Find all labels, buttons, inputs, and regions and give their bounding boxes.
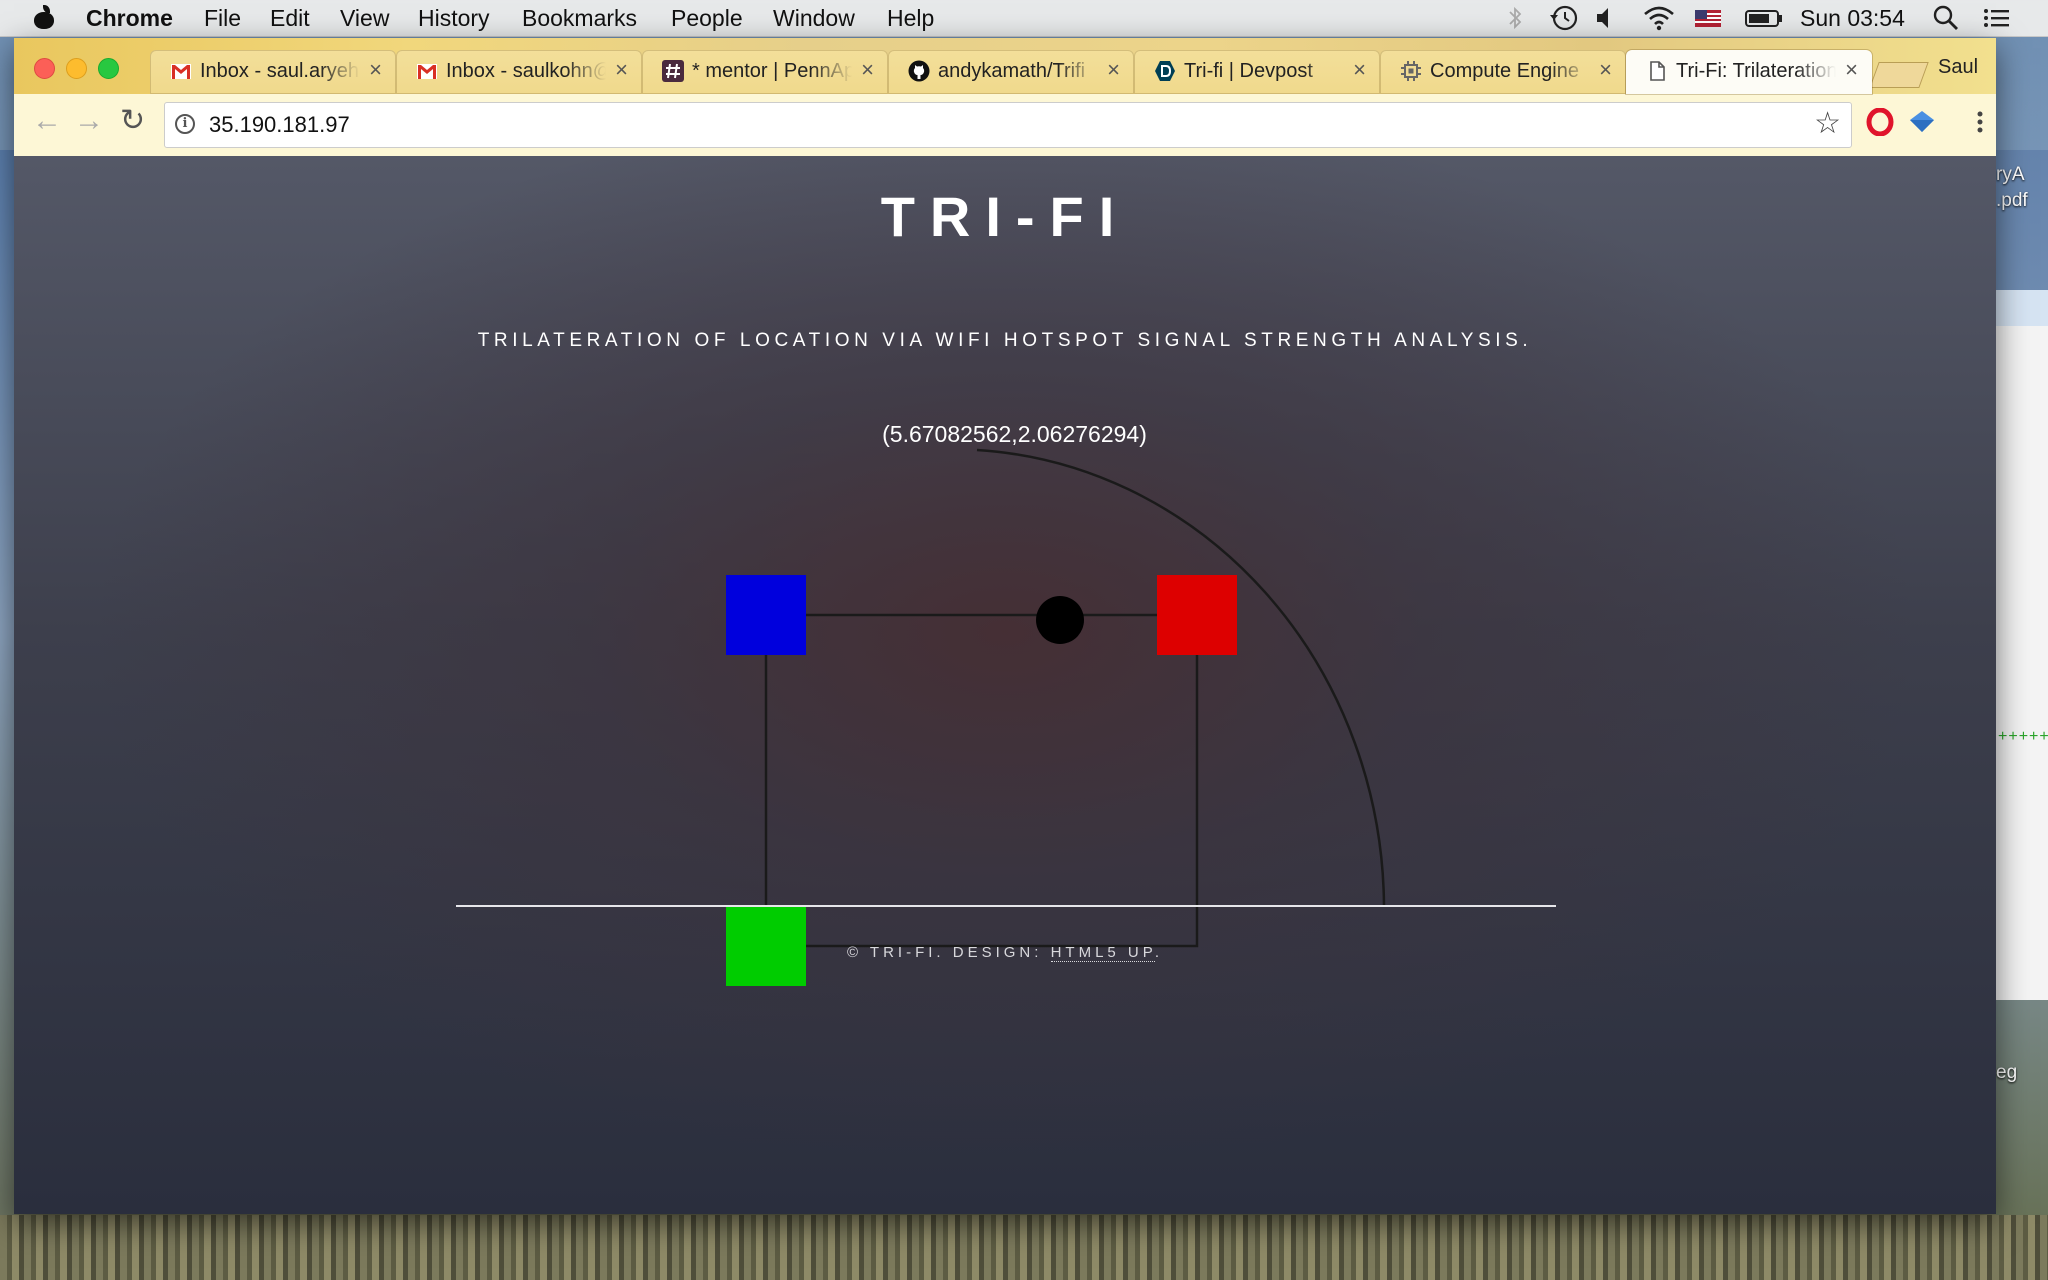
menu-file[interactable]: File — [204, 5, 241, 32]
hotspot-blue — [726, 575, 806, 655]
wifi-icon[interactable] — [1642, 3, 1676, 33]
bookmark-star-icon[interactable]: ☆ — [1814, 107, 1841, 141]
tab-github-andykamath-trifi[interactable]: andykamath/Trifi × — [888, 50, 1134, 94]
tab-strip: Inbox - saul.aryeh × Inbox - saulkohn@ ×… — [14, 38, 1996, 94]
apple-menu-icon[interactable] — [34, 5, 54, 29]
close-window-button[interactable] — [34, 58, 55, 79]
desktop-file-label[interactable]: eg — [1996, 1060, 2017, 1086]
estimated-location-dot — [1036, 596, 1084, 644]
battery-icon[interactable] — [1744, 3, 1784, 33]
tab-close-icon[interactable]: × — [1353, 59, 1366, 81]
desktop-background-left — [0, 150, 14, 1220]
chrome-menu-icon[interactable] — [1966, 108, 1994, 136]
tab-label: * mentor | PennApps — [692, 60, 852, 82]
menu-history[interactable]: History — [418, 5, 490, 32]
new-tab-button[interactable] — [1869, 62, 1929, 88]
reload-icon[interactable]: ↻ — [120, 106, 145, 136]
profile-button[interactable]: Saul — [1938, 56, 1978, 79]
menu-bookmarks[interactable]: Bookmarks — [522, 5, 637, 32]
forward-arrow-icon[interactable]: → — [74, 106, 104, 136]
tab-close-icon[interactable]: × — [1107, 59, 1120, 81]
document-icon — [1650, 61, 1665, 81]
tab-label: Tri-fi | Devpost — [1184, 60, 1313, 82]
tab-compute-engine[interactable]: Compute Engine × — [1380, 50, 1626, 94]
browser-toolbar: ← → ↻ i 35.190.181.97 ☆ — [14, 94, 1996, 157]
gmail-icon — [417, 64, 437, 79]
site-info-icon[interactable]: i — [175, 114, 195, 134]
html5up-link[interactable]: HTML5 UP — [1050, 944, 1155, 962]
notification-center-icon[interactable] — [1982, 3, 2012, 33]
tab-close-icon[interactable]: × — [615, 59, 628, 81]
tab-label: andykamath/Trifi — [938, 60, 1086, 82]
us-flag-input-icon[interactable] — [1694, 3, 1722, 33]
menu-window[interactable]: Window — [773, 5, 855, 32]
extension-diamond-icon[interactable] — [1908, 108, 1936, 136]
mac-menubar: Chrome File Edit View History Bookmarks … — [0, 0, 2048, 37]
hotspot-red — [1157, 575, 1237, 655]
tab-trifi-trilateration[interactable]: Tri-Fi: Trilateration × — [1626, 50, 1872, 94]
tab-inbox-saul-aryeh[interactable]: Inbox - saul.aryeh × — [150, 50, 396, 94]
trilateration-diagram — [726, 448, 1386, 986]
slack-icon — [662, 60, 684, 82]
bluetooth-icon[interactable] — [1505, 3, 1525, 33]
url-text[interactable]: 35.190.181.97 — [209, 112, 350, 138]
trifi-page: TRI-FI TRILATERATION OF LOCATION VIA WIF… — [14, 156, 1996, 1214]
tab-label: Inbox - saul.aryeh — [200, 60, 359, 82]
spotlight-search-icon[interactable] — [1932, 3, 1960, 33]
signal-range-arc — [976, 448, 1386, 907]
background-document-text: ++++++ — [1998, 728, 2048, 745]
desktop-file-label[interactable]: ryA — [1996, 162, 2025, 188]
tab-close-icon[interactable]: × — [1599, 59, 1612, 81]
zoom-window-button[interactable] — [98, 58, 119, 79]
desktop-file-label[interactable]: .pdf — [1996, 188, 2028, 214]
chrome-window: Inbox - saul.aryeh × Inbox - saulkohn@ ×… — [14, 38, 1996, 1214]
footer-period: . — [1154, 944, 1164, 961]
tab-label: Compute Engine — [1430, 60, 1579, 82]
background-document-window — [1996, 290, 2048, 1000]
volume-icon[interactable] — [1594, 3, 1620, 33]
footer-copyright: © TRI-FI. DESIGN: — [846, 944, 1051, 961]
desktop-background-grass — [0, 1215, 2048, 1280]
tab-close-icon[interactable]: × — [861, 59, 874, 81]
menu-help[interactable]: Help — [887, 5, 934, 32]
page-footer: © TRI-FI. DESIGN: HTML5 UP. — [14, 944, 1996, 962]
back-arrow-icon[interactable]: ← — [32, 106, 62, 136]
time-machine-icon[interactable] — [1548, 3, 1580, 33]
github-icon — [908, 60, 930, 82]
tab-mentor-pennapps[interactable]: * mentor | PennApps × — [642, 50, 888, 94]
compute-engine-icon — [1401, 61, 1421, 81]
opera-extension-icon[interactable] — [1866, 108, 1894, 136]
menu-app-chrome[interactable]: Chrome — [86, 5, 173, 32]
tab-trifi-devpost[interactable]: Tri-fi | Devpost × — [1134, 50, 1380, 94]
gmail-icon — [171, 64, 191, 79]
menubar-clock[interactable]: Sun 03:54 — [1800, 5, 1905, 32]
minimize-window-button[interactable] — [66, 58, 87, 79]
tab-inbox-saulkohn[interactable]: Inbox - saulkohn@ × — [396, 50, 642, 94]
tab-close-icon[interactable]: × — [1845, 59, 1858, 81]
menu-edit[interactable]: Edit — [270, 5, 310, 32]
devpost-icon — [1155, 61, 1175, 81]
hotspot-connection-square — [764, 613, 1199, 948]
address-bar[interactable]: i 35.190.181.97 ☆ — [164, 102, 1852, 148]
tab-label: Inbox - saulkohn@ — [446, 60, 606, 82]
menu-people[interactable]: People — [671, 5, 743, 32]
menu-view[interactable]: View — [340, 5, 389, 32]
footer-divider — [456, 905, 1556, 907]
tab-close-icon[interactable]: × — [369, 59, 382, 81]
tab-label: Tri-Fi: Trilateration — [1676, 60, 1836, 82]
